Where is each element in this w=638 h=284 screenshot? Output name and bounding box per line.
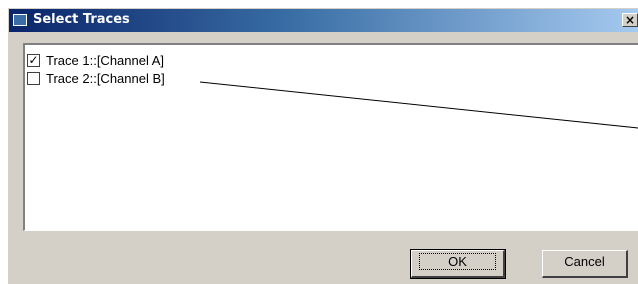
annotation-line [199,81,638,129]
